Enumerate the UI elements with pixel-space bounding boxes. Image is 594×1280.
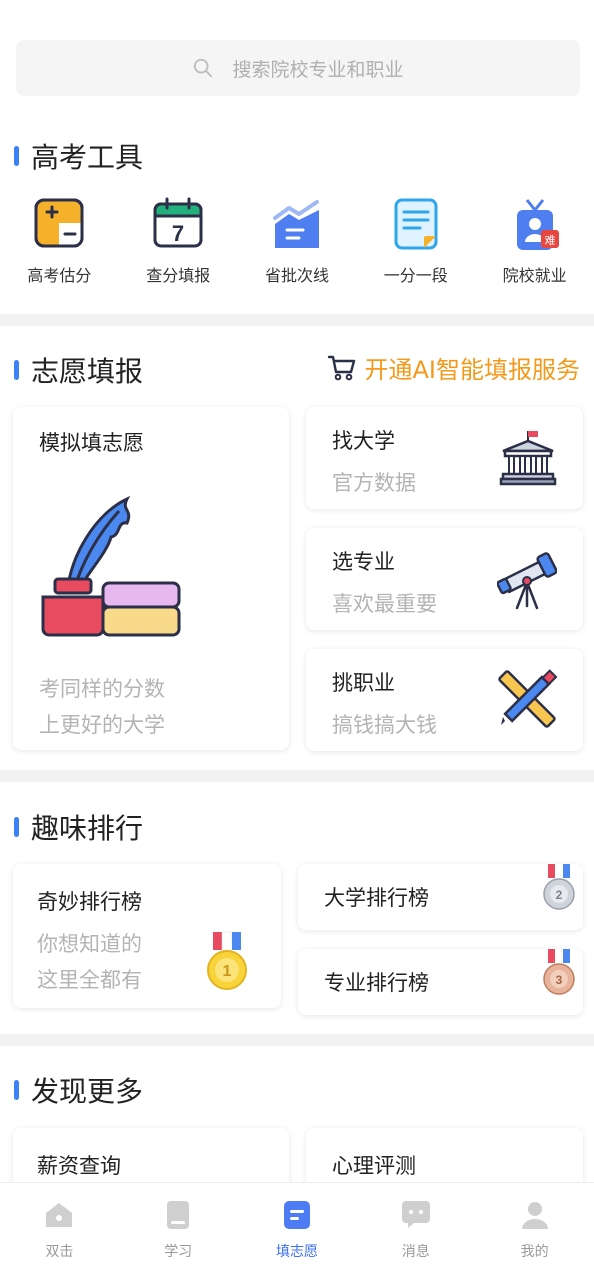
section-divider [0, 1034, 594, 1046]
card-subtitle: 搞钱搞大钱 [332, 713, 437, 737]
section-title-ranking: 趣味排行 [14, 807, 143, 847]
section-title-discover: 发现更多 [14, 1070, 143, 1110]
silver-medal-icon: 2 [543, 864, 575, 910]
tab-home[interactable]: 双击 [0, 1183, 119, 1280]
tool-label: 查分填报 [146, 266, 211, 285]
svg-text:1: 1 [223, 963, 232, 980]
section-title-text: 发现更多 [31, 1075, 144, 1108]
card-title: 模拟填志愿 [39, 431, 144, 455]
tool-check-score[interactable]: 7 查分填报 [119, 196, 238, 296]
tab-label: 我的 [520, 1244, 549, 1260]
card-title: 选专业 [332, 550, 395, 574]
tab-study[interactable]: 学习 [119, 1183, 238, 1280]
tool-college-employment[interactable]: 难 院校就业 [475, 196, 594, 296]
tab-label: 消息 [401, 1244, 430, 1260]
card-title: 大学排行榜 [324, 886, 429, 910]
gold-medal-icon: 1 [207, 931, 247, 990]
card-subtitle-line1: 你想知道的 [37, 932, 142, 956]
pencil-ruler-icon [498, 669, 557, 728]
card-subtitle: 官方数据 [332, 471, 416, 495]
document-icon [394, 198, 438, 250]
ai-service-link[interactable]: 开通AI智能填报服务 [327, 350, 581, 385]
card-title: 奇妙排行榜 [37, 890, 142, 914]
section-accent-bar [14, 146, 19, 166]
svg-text:3: 3 [556, 973, 563, 987]
section-title-text: 志愿填报 [31, 355, 144, 388]
bottom-tab-bar: 双击 学习 填志愿 消息 我的 [0, 1182, 594, 1280]
tool-score-estimate[interactable]: 高考估分 [0, 196, 119, 296]
score-estimate-icon [34, 198, 84, 248]
ink-quill-books-icon [41, 495, 181, 637]
card-title: 薪资查询 [37, 1154, 121, 1178]
section-accent-bar [14, 360, 19, 380]
tools-row: 高考估分 7 查分填报 省批次线 一分一段 难 院校就业 [0, 196, 594, 296]
form-icon [283, 1201, 310, 1229]
tab-profile[interactable]: 我的 [475, 1183, 594, 1280]
telescope-icon [497, 552, 557, 610]
cart-icon [327, 355, 355, 380]
section-accent-bar [14, 817, 19, 837]
svg-text:2: 2 [556, 888, 563, 902]
card-wonder-ranking[interactable]: 奇妙排行榜 你想知道的 这里全都有 1 [13, 864, 281, 1008]
search-placeholder: 搜索院校专业和职业 [232, 58, 404, 81]
section-title-text: 高考工具 [31, 141, 144, 174]
profile-icon [521, 1202, 548, 1229]
section-divider [0, 314, 594, 326]
tool-label: 高考估分 [27, 266, 92, 285]
card-pick-career[interactable]: 挑职业 搞钱搞大钱 [306, 649, 583, 751]
tab-label: 学习 [164, 1244, 193, 1260]
section-title-tools: 高考工具 [14, 136, 143, 176]
tab-messages[interactable]: 消息 [356, 1183, 475, 1280]
employee-badge-icon: 难 [516, 199, 559, 250]
tool-score-rank[interactable]: 一分一段 [356, 196, 475, 296]
book-icon [167, 1201, 190, 1229]
card-title: 专业排行榜 [324, 971, 429, 995]
ai-link-text: 开通AI智能填报服务 [364, 356, 581, 384]
section-divider [0, 770, 594, 782]
card-simulate-volunteer[interactable]: 模拟填志愿 考同样的分数 上更好的大学 [13, 407, 289, 750]
tab-fill-volunteer[interactable]: 填志愿 [238, 1183, 357, 1280]
university-building-icon [499, 431, 557, 486]
section-accent-bar [14, 1080, 19, 1100]
card-subtitle: 喜欢最重要 [332, 592, 437, 616]
card-university-ranking[interactable]: 大学排行榜 2 [298, 864, 583, 930]
home-icon [46, 1203, 73, 1227]
batch-line-icon [272, 200, 319, 248]
badge-hard-text: 难 [544, 234, 555, 247]
section-title-volunteer: 志愿填报 [14, 350, 143, 390]
card-subtitle-line2: 这里全都有 [37, 968, 142, 992]
calendar-7-icon: 7 [153, 197, 203, 248]
search-icon [194, 58, 213, 78]
tab-label: 填志愿 [275, 1244, 318, 1260]
message-icon [401, 1201, 430, 1228]
card-title: 心理评测 [332, 1154, 416, 1178]
card-choose-major[interactable]: 选专业 喜欢最重要 [306, 528, 583, 630]
card-title: 挑职业 [332, 671, 395, 695]
card-subtitle-line2: 上更好的大学 [39, 713, 165, 737]
bronze-medal-icon: 3 [543, 949, 575, 995]
tool-label: 省批次线 [264, 266, 329, 285]
tool-label: 一分一段 [383, 266, 448, 285]
section-title-text: 趣味排行 [31, 812, 144, 845]
svg-text:7: 7 [172, 221, 184, 246]
tool-label: 院校就业 [502, 266, 567, 285]
tool-batch-line[interactable]: 省批次线 [238, 196, 357, 296]
card-find-university[interactable]: 找大学 官方数据 [306, 407, 583, 509]
card-major-ranking[interactable]: 专业排行榜 3 [298, 949, 583, 1015]
card-title: 找大学 [332, 429, 395, 453]
tab-label: 双击 [45, 1244, 74, 1260]
card-subtitle-line1: 考同样的分数 [39, 677, 165, 701]
search-bar[interactable]: 搜索院校专业和职业 [16, 40, 580, 96]
